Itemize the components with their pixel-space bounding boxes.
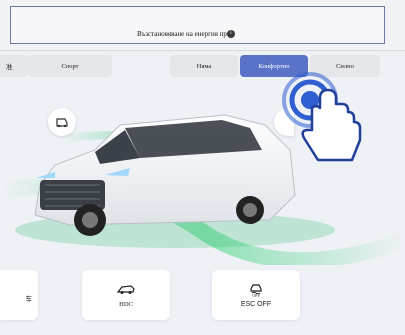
esc-off-icon-caption: OFF [252, 293, 260, 298]
hdc-label: HDC [119, 300, 133, 308]
drive-mode-partial-label: 准 [6, 64, 13, 71]
esc-off-button[interactable]: OFF ESC OFF [212, 270, 300, 320]
partial-control-label: 车 [25, 296, 33, 303]
top-bar [0, 0, 405, 51]
drive-mode-sport-label: Спорт [61, 62, 79, 70]
car-camera-icon[interactable] [48, 108, 76, 136]
recovery-none-button[interactable]: Няма [170, 55, 238, 77]
tap-hand-icon [282, 72, 362, 162]
hdc-button[interactable]: HDC [82, 270, 170, 320]
drive-mode-partial[interactable]: 准 [0, 55, 28, 77]
page-title: Възстановяване на енергия пр i [137, 30, 235, 39]
page-title-text: Възстановяване на енергия пр [137, 30, 227, 38]
front-wheel-rim [82, 212, 98, 228]
esc-off-label: ESC OFF [240, 301, 272, 308]
rear-wheel-rim [243, 203, 257, 217]
info-icon[interactable]: i [226, 30, 235, 39]
drive-mode-sport[interactable]: Спорт [28, 55, 112, 77]
recovery-comfort-label: Конфортно [258, 62, 290, 70]
partial-control-card[interactable]: 车 [0, 270, 38, 320]
recovery-strong-label: Силно [336, 62, 354, 70]
recovery-none-label: Няма [196, 62, 212, 70]
hill-descent-icon [116, 284, 135, 294]
